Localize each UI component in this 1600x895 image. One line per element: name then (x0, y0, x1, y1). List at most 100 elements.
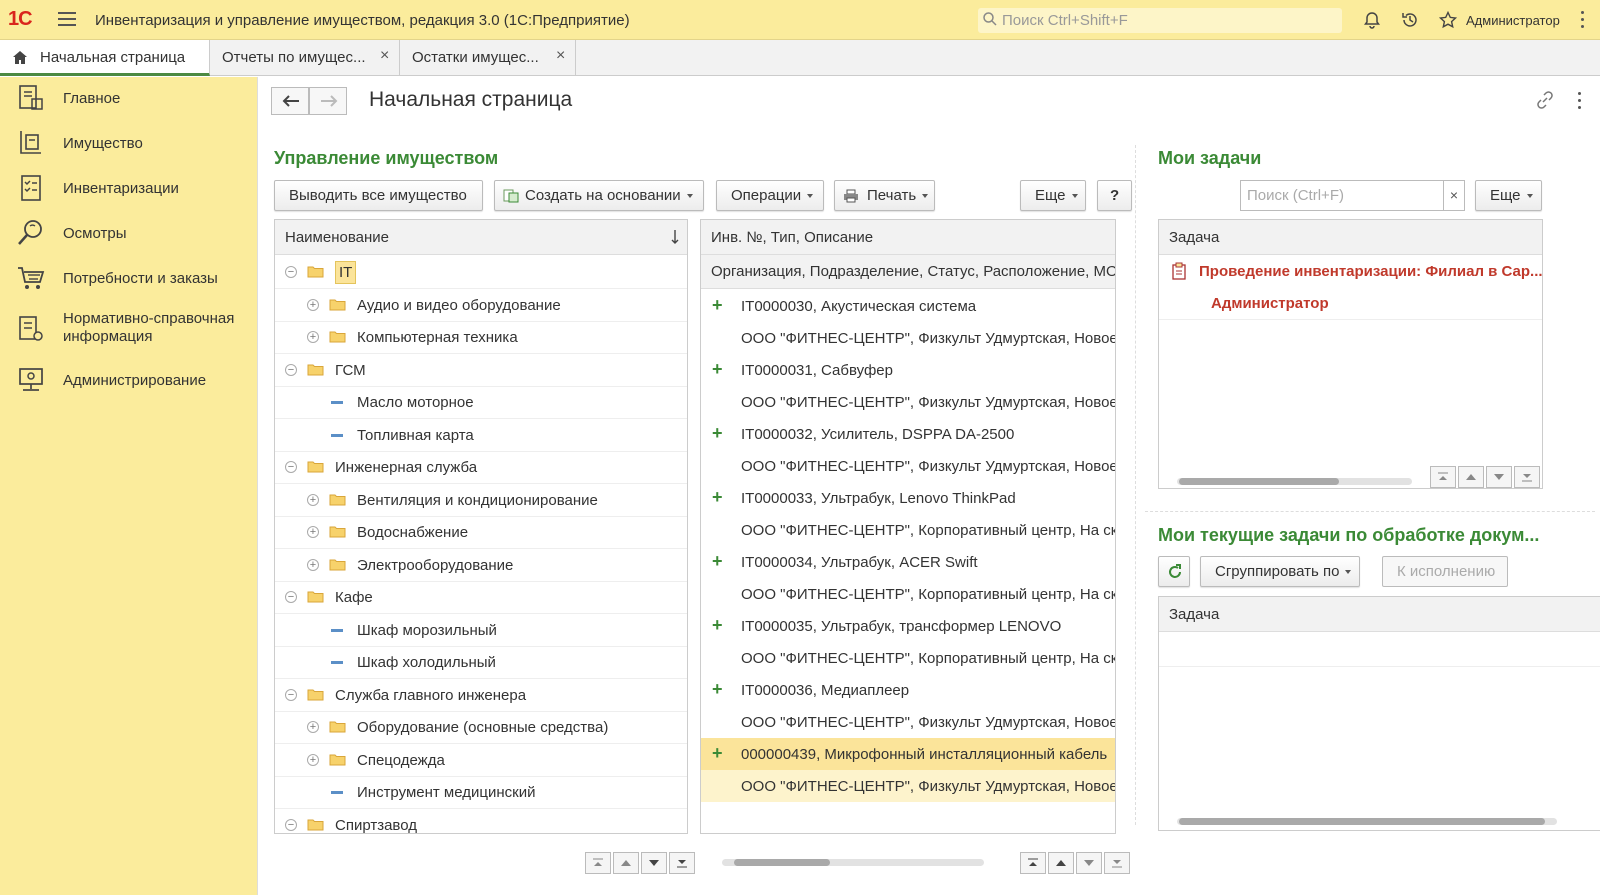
user-name[interactable]: Администратор (1466, 13, 1560, 28)
close-icon[interactable]: × (380, 47, 389, 65)
tasks-horizontal-scrollbar[interactable] (1165, 471, 1425, 487)
expand-row-icon[interactable]: + (712, 679, 723, 700)
tree-row[interactable]: + Аудио и видео оборудование (275, 289, 687, 322)
close-icon[interactable]: × (556, 47, 565, 65)
scroll-top-button[interactable] (1020, 852, 1046, 874)
scroll-top-button[interactable] (585, 852, 611, 874)
list-row[interactable]: + IT0000034, Ультрабук, ACER Swift (701, 546, 1115, 578)
scroll-up-button[interactable] (1458, 466, 1484, 488)
scroll-thumb[interactable] (1179, 818, 1545, 825)
expand-icon[interactable]: + (307, 493, 319, 506)
tree-row[interactable]: + Оборудование (основные средства) (275, 711, 687, 744)
tree-row[interactable]: + Компьютерная техника (275, 321, 687, 354)
group-by-button[interactable]: Сгруппировать по (1200, 556, 1360, 587)
sidebar-item-property[interactable]: Имущество (0, 122, 258, 166)
sidebar-item-inventory[interactable]: Инвентаризации (0, 167, 258, 211)
current-tasks-horizontal-scrollbar[interactable] (1165, 811, 1560, 827)
list-row[interactable]: ООО "ФИТНЕС-ЦЕНТР", Физкульт Удмуртская,… (701, 770, 1115, 802)
collapse-icon[interactable]: − (285, 363, 297, 376)
tree-row[interactable]: Инструмент медицинский (275, 776, 687, 809)
list-horizontal-scrollbar[interactable] (710, 852, 1010, 868)
tree-row[interactable]: − IT (275, 256, 687, 289)
list-row[interactable]: ООО "ФИТНЕС-ЦЕНТР", Физкульт Удмуртская,… (701, 386, 1115, 418)
list-row[interactable]: ООО "ФИТНЕС-ЦЕНТР", Корпоративный центр,… (701, 578, 1115, 610)
sidebar-item-needs-orders[interactable]: Потребности и заказы (0, 257, 258, 301)
list-row[interactable]: ООО "ФИТНЕС-ЦЕНТР", Физкульт Удмуртская,… (701, 706, 1115, 738)
list-row[interactable]: ООО "ФИТНЕС-ЦЕНТР", Корпоративный центр,… (701, 642, 1115, 674)
tasks-header[interactable]: Задача (1159, 220, 1542, 255)
expand-row-icon[interactable]: + (712, 743, 723, 764)
more-button[interactable]: Еще (1020, 180, 1086, 211)
tree-row[interactable]: − Инженерная служба (275, 451, 687, 484)
show-all-property-button[interactable]: Выводить все имущество (274, 180, 483, 211)
expand-row-icon[interactable]: + (712, 295, 723, 316)
list-subheader[interactable]: Организация, Подразделение, Статус, Расп… (701, 255, 1115, 289)
collapse-icon[interactable]: − (285, 591, 297, 603)
sidebar-item-main[interactable]: Главное (0, 77, 258, 121)
scroll-top-button[interactable] (1430, 466, 1456, 488)
list-row[interactable]: + IT0000030, Акустическая система (701, 290, 1115, 322)
operations-button[interactable]: Операции (716, 180, 824, 211)
list-row[interactable]: ООО "ФИТНЕС-ЦЕНТР", Физкульт Удмуртская,… (701, 322, 1115, 354)
scroll-up-button[interactable] (613, 852, 639, 874)
history-icon[interactable] (1400, 10, 1420, 30)
scroll-thumb[interactable] (734, 859, 830, 866)
tree-header[interactable]: Наименование (275, 220, 687, 255)
print-button[interactable]: Печать (834, 180, 935, 211)
forward-button[interactable] (309, 87, 347, 115)
list-row[interactable]: + IT0000031, Сабвуфер (701, 354, 1115, 386)
scroll-up-button[interactable] (1048, 852, 1074, 874)
list-row[interactable]: + IT0000035, Ультрабук, трансформер LENOV… (701, 610, 1115, 642)
collapse-icon[interactable]: − (285, 461, 297, 473)
back-button[interactable] (271, 87, 309, 115)
more-vertical-icon[interactable] (1581, 11, 1585, 29)
sidebar-item-admin[interactable]: Администрирование (0, 359, 258, 403)
list-row[interactable]: ООО "ФИТНЕС-ЦЕНТР", Физкульт Удмуртская,… (701, 450, 1115, 482)
clear-search-button[interactable]: × (1443, 180, 1465, 211)
sidebar-item-inspections[interactable]: Осмотры (0, 212, 258, 256)
expand-row-icon[interactable]: + (712, 423, 723, 444)
tasks-search-input[interactable]: Поиск (Ctrl+F) (1240, 180, 1444, 211)
tree-row[interactable]: Масло моторное (275, 386, 687, 419)
expand-row-icon[interactable]: + (712, 487, 723, 508)
list-row[interactable]: ООО "ФИТНЕС-ЦЕНТР", Корпоративный центр,… (701, 514, 1115, 546)
app-logo[interactable]: 1С (8, 8, 33, 31)
menu-icon[interactable] (58, 12, 76, 26)
scroll-bottom-button[interactable] (1514, 466, 1540, 488)
tree-row[interactable]: Шкаф морозильный (275, 614, 687, 647)
tab-home[interactable]: Начальная страница (0, 40, 210, 76)
expand-icon[interactable]: + (307, 721, 319, 733)
expand-icon[interactable]: + (307, 298, 319, 311)
expand-row-icon[interactable]: + (712, 359, 723, 380)
scroll-down-button[interactable] (641, 852, 667, 874)
more-vertical-icon[interactable] (1578, 92, 1582, 110)
collapse-icon[interactable]: − (285, 818, 297, 831)
scroll-down-button[interactable] (1486, 466, 1512, 488)
tree-row[interactable]: + Вентиляция и кондиционирование (275, 484, 687, 517)
scroll-bottom-button[interactable] (1104, 852, 1130, 874)
current-tasks-header[interactable]: Задача (1159, 597, 1600, 632)
tab-property-reports[interactable]: Отчеты по имущес... × (210, 40, 400, 76)
tree-row[interactable]: + Водоснабжение (275, 516, 687, 549)
list-header[interactable]: Инв. №, Тип, Описание (701, 220, 1115, 255)
expand-icon[interactable]: + (307, 558, 319, 571)
tab-property-balances[interactable]: Остатки имущес... × (400, 40, 576, 76)
sidebar-item-reference[interactable]: Нормативно-справочная информация (0, 302, 258, 356)
tree-row[interactable]: − Кафе (275, 581, 687, 614)
help-button[interactable]: ? (1097, 180, 1132, 211)
tree-row[interactable]: + Спецодежда (275, 744, 687, 777)
collapse-icon[interactable]: − (285, 266, 297, 278)
list-row[interactable]: + IT0000036, Медиаплеер (701, 674, 1115, 706)
star-icon[interactable] (1438, 10, 1458, 30)
refresh-button[interactable] (1158, 556, 1190, 587)
expand-row-icon[interactable]: + (712, 551, 723, 572)
to-execute-button[interactable]: К исполнению (1382, 556, 1508, 587)
expand-icon[interactable]: + (307, 753, 319, 766)
tree-row[interactable]: Топливная карта (275, 419, 687, 452)
tree-row[interactable]: − ГСМ (275, 354, 687, 387)
global-search-input[interactable]: Поиск Ctrl+Shift+F (978, 8, 1342, 33)
bell-icon[interactable] (1362, 10, 1382, 30)
expand-icon[interactable]: + (307, 331, 319, 343)
list-row[interactable]: + IT0000033, Ультрабук, Lenovo ThinkPad (701, 482, 1115, 514)
sort-arrow-icon[interactable] (671, 229, 679, 245)
